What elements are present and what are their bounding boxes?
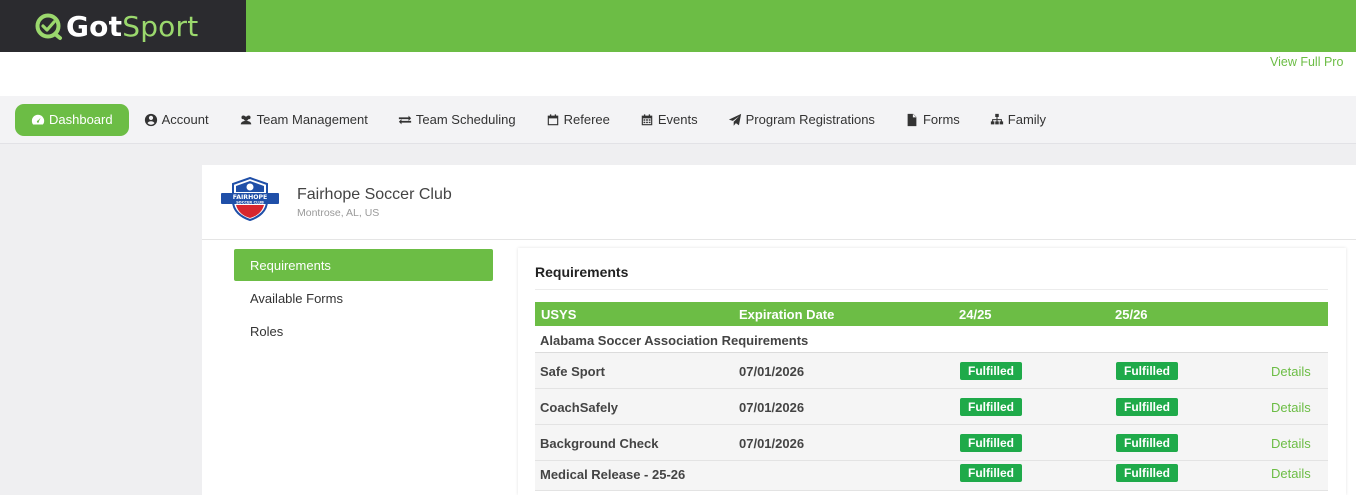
calendar-icon — [547, 113, 558, 125]
brand-logo[interactable]: GotSport — [0, 0, 246, 52]
view-full-profile-link[interactable]: View Full Pro — [1270, 55, 1356, 69]
table-row: CoachSafely 07/01/2026 Fulfilled Fulfill… — [535, 389, 1328, 425]
gotsport-logo-icon — [34, 11, 64, 41]
club-location: Montrose, AL, US — [297, 207, 380, 219]
nav-account[interactable]: Account — [129, 104, 224, 136]
svg-text:SOCCER CLUB: SOCCER CLUB — [236, 200, 264, 204]
dashboard-icon — [31, 114, 45, 125]
status-badge: Fulfilled — [960, 398, 1022, 416]
divider — [535, 289, 1328, 290]
club-crest-icon: FAIRHOPE SOCCER CLUB — [221, 177, 279, 221]
status-badge: Fulfilled — [960, 362, 1022, 380]
column-header: 24/25 — [959, 307, 992, 322]
club-header: FAIRHOPE SOCCER CLUB Fairhope Soccer Clu… — [202, 165, 1356, 240]
group-label: Alabama Soccer Association Requirements — [540, 333, 809, 348]
brand-name: GotSport — [66, 9, 199, 43]
top-bar: GotSport — [0, 0, 1356, 52]
exchange-icon — [398, 115, 411, 124]
nav-label: Team Scheduling — [415, 112, 516, 127]
nav-label: Forms — [922, 112, 960, 127]
details-link[interactable]: Details — [1271, 466, 1311, 481]
nav-forms[interactable]: Forms — [890, 104, 975, 136]
nav-label: Dashboard — [49, 112, 113, 127]
requirement-group: Alabama Soccer Association Requirements — [535, 327, 1328, 353]
status-badge: Fulfilled — [960, 434, 1022, 452]
nav-label: Family — [1007, 112, 1047, 127]
nav-label: Referee — [563, 112, 610, 127]
requirement-name: Safe Sport — [540, 364, 606, 379]
file-icon — [907, 113, 917, 126]
nav-dashboard[interactable]: Dashboard — [15, 103, 129, 136]
status-badge: Fulfilled — [1116, 464, 1178, 482]
details-link[interactable]: Details — [1271, 436, 1311, 451]
nav-label: Events — [657, 112, 698, 127]
column-header: 25/26 — [1115, 307, 1148, 322]
status-badge: Fulfilled — [960, 464, 1022, 482]
nav-label: Account — [161, 112, 209, 127]
column-header: USYS — [541, 307, 577, 322]
column-header: Expiration Date — [739, 307, 835, 322]
nav-label: Program Registrations — [745, 112, 875, 127]
requirements-panel: Requirements USYS Expiration Date 24/25 … — [518, 248, 1346, 495]
header-strip — [0, 52, 1356, 96]
table-header: USYS Expiration Date 24/25 25/26 — [535, 302, 1328, 326]
nav-team-management[interactable]: Team Management — [224, 104, 383, 136]
calendar-grid-icon — [641, 113, 653, 125]
requirement-name: Background Check — [540, 436, 659, 451]
nav-family[interactable]: Family — [975, 104, 1061, 136]
table-row: Background Check 07/01/2026 Fulfilled Fu… — [535, 425, 1328, 461]
expiration-date: 07/01/2026 — [739, 400, 805, 415]
details-link[interactable]: Details — [1271, 364, 1311, 379]
requirement-name: Medical Release - 25-26 — [540, 467, 686, 482]
details-link[interactable]: Details — [1271, 400, 1311, 415]
nav-team-scheduling[interactable]: Team Scheduling — [383, 104, 531, 136]
side-menu-roles[interactable]: Roles — [234, 315, 493, 347]
main-nav: Dashboard Account Team Management Team S… — [0, 96, 1356, 144]
club-name: Fairhope Soccer Club — [297, 186, 452, 203]
status-badge: Fulfilled — [1116, 434, 1178, 452]
status-badge: Fulfilled — [1116, 398, 1178, 416]
user-circle-icon — [144, 113, 157, 126]
paper-plane-icon — [728, 113, 741, 126]
side-menu-available-forms[interactable]: Available Forms — [234, 282, 493, 314]
requirement-name: CoachSafely — [540, 400, 619, 415]
table-row: Medical Release - 25-26 Fulfilled Fulfil… — [535, 461, 1328, 491]
nav-referee[interactable]: Referee — [531, 104, 625, 136]
status-badge: Fulfilled — [1116, 362, 1178, 380]
club-card: FAIRHOPE SOCCER CLUB Fairhope Soccer Clu… — [202, 165, 1356, 495]
expiration-date: 07/01/2026 — [739, 436, 805, 451]
sitemap-icon — [990, 113, 1003, 124]
users-icon — [240, 114, 251, 124]
nav-events[interactable]: Events — [625, 104, 713, 136]
requirements-title: Requirements — [535, 264, 629, 280]
table-row: Safe Sport 07/01/2026 Fulfilled Fulfille… — [535, 353, 1328, 389]
nav-program-registrations[interactable]: Program Registrations — [713, 104, 890, 136]
side-menu-requirements[interactable]: Requirements — [234, 249, 493, 281]
expiration-date: 07/01/2026 — [739, 364, 805, 379]
nav-label: Team Management — [256, 112, 368, 127]
